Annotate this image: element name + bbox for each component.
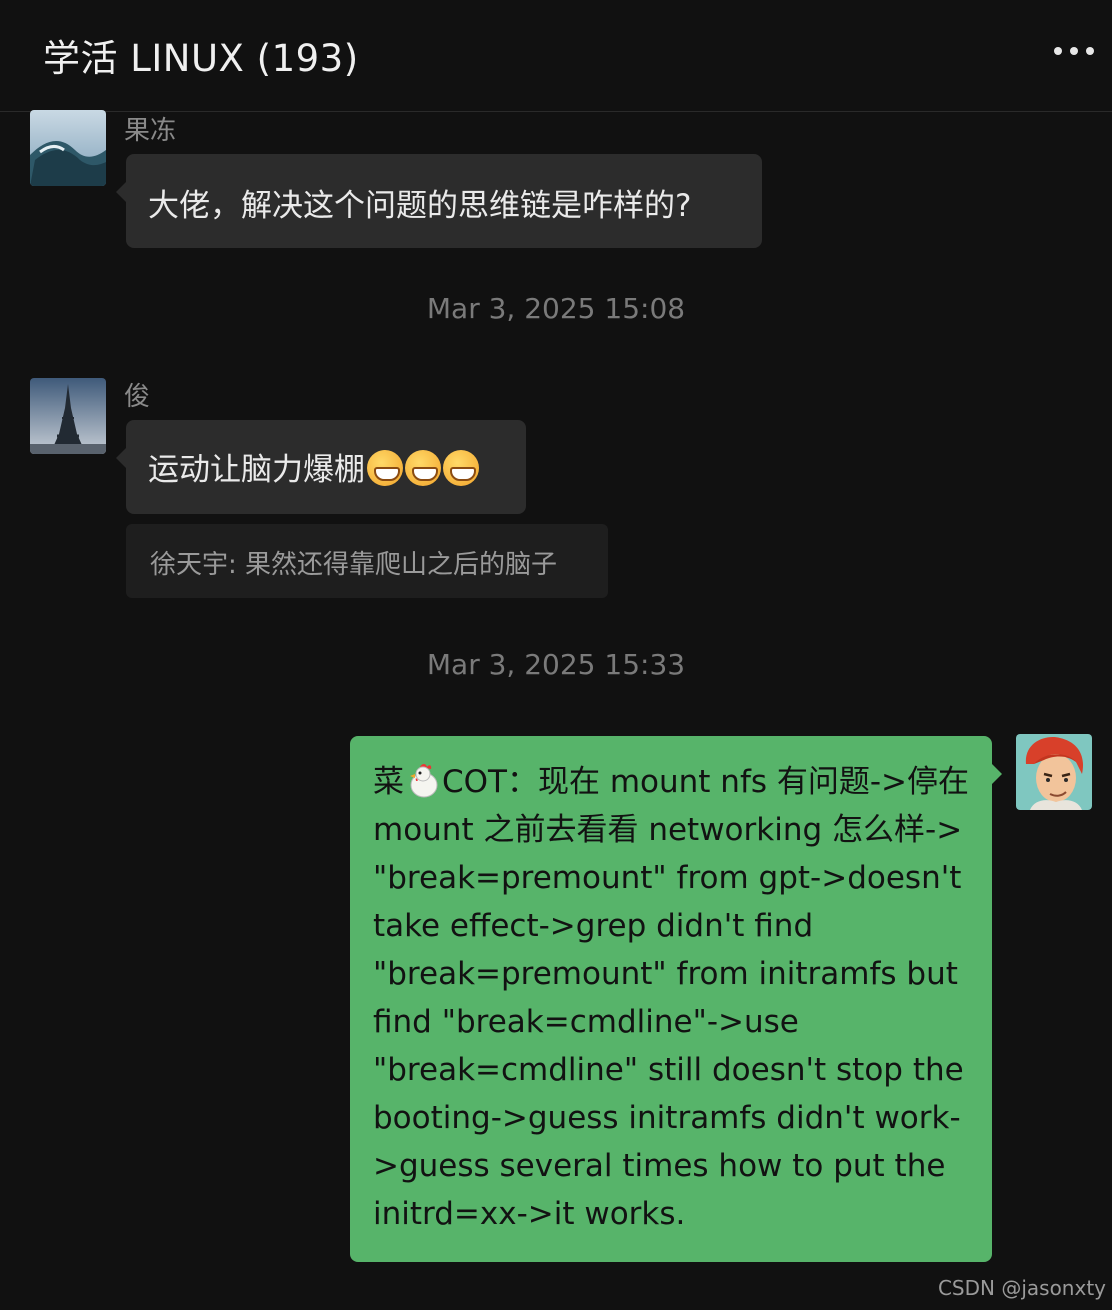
chat-window: 学活 LINUX (193) 果冻 大佬，解决这个问题的思维链是咋样的? Mar…	[0, 0, 1112, 1310]
grinning-face-emoji-icon	[405, 450, 441, 486]
avatar-jun[interactable]	[30, 378, 106, 454]
sender-name: 俊	[124, 382, 151, 412]
timestamp: Mar 3, 2025 15:08	[426, 292, 686, 325]
message-bubble[interactable]: 大佬，解决这个问题的思维链是咋样的?	[116, 154, 762, 248]
avatar-self[interactable]	[1016, 734, 1092, 810]
timestamp: Mar 3, 2025 15:33	[426, 648, 686, 681]
sender-name: 果冻	[124, 116, 177, 146]
avatar-guodong[interactable]	[30, 110, 106, 186]
message-bubble[interactable]: 运动让脑力爆棚	[116, 420, 526, 514]
self-message-bubble[interactable]: 菜 COT：现在 mount nfs 有问题->停在 mount 之前去看看 n…	[350, 736, 1002, 1262]
chat-header: 学活 LINUX (193)	[0, 0, 1112, 112]
grinning-face-emoji-icon	[367, 450, 403, 486]
watermark: CSDN @jasonxty	[937, 1276, 1106, 1300]
message-text: 运动让脑力爆棚	[148, 452, 365, 488]
more-options-icon[interactable]	[1054, 36, 1094, 66]
quote-text: 徐天宇: 果然还得靠爬山之后的脑子	[150, 550, 558, 580]
message-text: COT：现在 mount nfs 有问题->停在 mount 之前去看看 net…	[373, 764, 970, 1232]
message-text-prefix: 菜	[373, 764, 404, 800]
chat-title: 学活 LINUX (193)	[43, 37, 359, 80]
message-text: 大佬，解决这个问题的思维链是咋样的?	[148, 188, 692, 224]
chicken-icon	[406, 763, 440, 799]
grinning-face-emoji-icon	[443, 450, 479, 486]
quoted-reply[interactable]: 徐天宇: 果然还得靠爬山之后的脑子	[126, 524, 608, 598]
